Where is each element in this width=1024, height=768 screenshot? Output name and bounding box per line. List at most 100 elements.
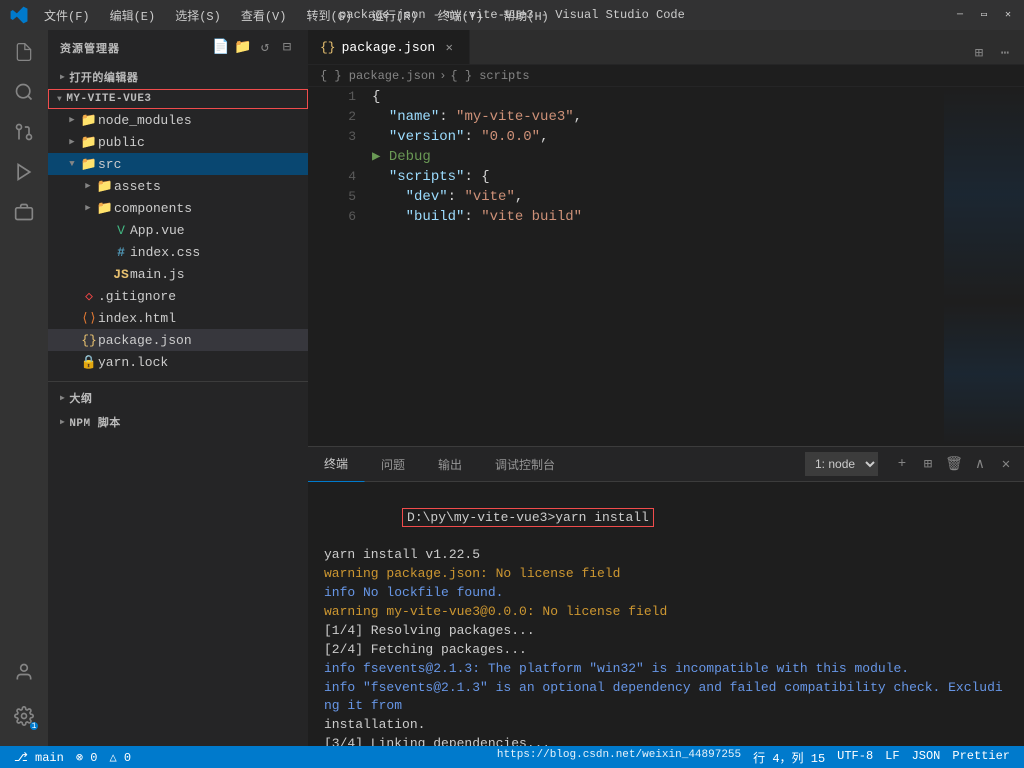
position-label: 行 4，列 15: [753, 749, 825, 766]
code-editor[interactable]: 1 { 2 "name": "my-vite-vue3", 3: [308, 87, 944, 446]
activity-bar: 1: [0, 30, 48, 746]
blog-url: https://blog.csdn.net/weixin_44897255: [497, 749, 741, 761]
line-content: "scripts": {: [372, 167, 928, 187]
minimize-button[interactable]: ─: [954, 9, 966, 21]
status-position[interactable]: 行 4，列 15: [747, 749, 831, 766]
maximize-panel-button[interactable]: ∧: [970, 454, 990, 474]
from-text: from: [371, 698, 402, 713]
new-file-button[interactable]: 📄: [212, 39, 230, 57]
activity-extensions[interactable]: [6, 194, 42, 230]
css-icon: #: [112, 245, 130, 260]
tab-bar: {} package.json ✕ ⊞ ⋯: [308, 30, 1024, 65]
tab-package-json[interactable]: {} package.json ✕: [308, 30, 470, 64]
tree-public[interactable]: ▶ 📁 public: [48, 131, 308, 153]
refresh-button[interactable]: ↺: [256, 39, 274, 57]
breadcrumb: { } package.json › { } scripts: [308, 65, 1024, 87]
outline-chevron: ▶: [60, 393, 65, 403]
activity-settings[interactable]: 1: [6, 698, 42, 734]
kill-terminal-button[interactable]: 🗑: [944, 454, 964, 474]
code-line-5: 5 "dev": "vite",: [308, 187, 944, 207]
more-actions-button[interactable]: ⋯: [994, 42, 1016, 64]
status-branch[interactable]: ⎇ main: [8, 746, 70, 768]
status-formatter[interactable]: Prettier: [946, 749, 1016, 763]
split-terminal-button[interactable]: ⊞: [918, 454, 938, 474]
breadcrumb-scripts[interactable]: { } scripts: [450, 69, 529, 83]
tab-output[interactable]: 输出: [422, 447, 479, 482]
tree-assets[interactable]: ▶ 📁 assets: [48, 175, 308, 197]
tree-item-label: .gitignore: [98, 289, 308, 304]
settings-badge: 1: [30, 722, 38, 730]
activity-explorer[interactable]: [6, 34, 42, 70]
project-header[interactable]: ▼ MY-VITE-VUE3: [48, 89, 308, 109]
menu-selection[interactable]: 选择(S): [167, 5, 229, 26]
status-encoding[interactable]: UTF-8: [831, 749, 879, 763]
menu-view[interactable]: 查看(V): [233, 5, 295, 26]
tree-item-label: node_modules: [98, 113, 308, 128]
code-line-2: 2 "name": "my-vite-vue3",: [308, 107, 944, 127]
main-layout: 1 资源管理器 📄 📁 ↺ ⊟ ▶ 打开的编辑器 ▼: [0, 30, 1024, 746]
line-content: "dev": "vite",: [372, 187, 928, 207]
new-terminal-button[interactable]: +: [892, 454, 912, 474]
tree-yarn-lock[interactable]: 🔒 yarn.lock: [48, 351, 308, 373]
status-errors[interactable]: ⊗ 0: [70, 746, 104, 768]
tree-main-js[interactable]: JS main.js: [48, 263, 308, 285]
new-folder-button[interactable]: 📁: [234, 39, 252, 57]
encoding-label: UTF-8: [837, 749, 873, 763]
close-button[interactable]: ✕: [1002, 9, 1014, 21]
terminal-command-highlight: D:\py\my-vite-vue3>yarn install: [402, 508, 654, 527]
terminal-selector[interactable]: 1: node: [805, 452, 878, 476]
tab-debug-console[interactable]: 调试控制台: [479, 447, 572, 482]
tree-gitignore[interactable]: ◇ .gitignore: [48, 285, 308, 307]
menu-file[interactable]: 文件(F): [36, 5, 98, 26]
tab-problems[interactable]: 问题: [365, 447, 422, 482]
restore-button[interactable]: ▭: [978, 9, 990, 21]
tree-item-label: components: [114, 201, 308, 216]
tree-index-html[interactable]: ⟨⟩ index.html: [48, 307, 308, 329]
terminal-line: yarn install v1.22.5: [324, 546, 1008, 564]
collapse-button[interactable]: ⊟: [278, 39, 296, 57]
tree-item-label: package.json: [98, 333, 308, 348]
code-line-3: 3 "version": "0.0.0",: [308, 127, 944, 147]
tree-index-css[interactable]: # index.css: [48, 241, 308, 263]
terminal-line: warning package.json: No license field: [324, 565, 1008, 583]
tree-app-vue[interactable]: V App.vue: [48, 219, 308, 241]
npm-scripts-section[interactable]: ▶ NPM 脚本: [48, 410, 308, 434]
git-icon: ◇: [80, 289, 98, 304]
terminal-content[interactable]: D:\py\my-vite-vue3>yarn install yarn ins…: [308, 482, 1024, 746]
tab-icon: {}: [320, 40, 336, 55]
tree-package-json[interactable]: {} package.json: [48, 329, 308, 351]
activity-search[interactable]: [6, 74, 42, 110]
activity-account[interactable]: [6, 654, 42, 690]
sidebar-header: 资源管理器 📄 📁 ↺ ⊟: [48, 30, 308, 65]
tab-terminal[interactable]: 终端: [308, 447, 365, 482]
sidebar-title: 资源管理器: [60, 40, 120, 56]
breadcrumb-file[interactable]: { } package.json: [320, 69, 435, 83]
tree-src[interactable]: ▼ 📁 src: [48, 153, 308, 175]
activity-git[interactable]: [6, 114, 42, 150]
status-warnings[interactable]: △ 0: [103, 746, 137, 768]
tab-close-button[interactable]: ✕: [441, 39, 457, 55]
split-editor-button[interactable]: ⊞: [968, 42, 990, 64]
line-number: 3: [324, 127, 356, 147]
tab-label: package.json: [342, 40, 436, 55]
activity-debug[interactable]: [6, 154, 42, 190]
tree-node-modules[interactable]: ▶ 📁 node_modules: [48, 109, 308, 131]
menu-edit[interactable]: 编辑(E): [102, 5, 164, 26]
terminal-line: installation.: [324, 716, 1008, 734]
terminal-line: [1/4] Resolving packages...: [324, 622, 1008, 640]
open-editors-label: 打开的编辑器: [69, 69, 138, 85]
json-icon: {}: [80, 333, 98, 348]
close-panel-button[interactable]: ✕: [996, 454, 1016, 474]
open-editors-section[interactable]: ▶ 打开的编辑器: [48, 65, 308, 89]
line-content: "version": "0.0.0",: [372, 127, 928, 147]
terminal-line: info "fsevents@2.1.3" is an optional dep…: [324, 679, 1008, 715]
outline-section[interactable]: ▶ 大纲: [48, 386, 308, 410]
outline-label: 大纲: [69, 390, 92, 406]
tree-item-label: main.js: [130, 267, 308, 282]
status-language[interactable]: JSON: [906, 749, 947, 763]
file-tree: ▶ 打开的编辑器 ▼ MY-VITE-VUE3 ▶ 📁 node_modules: [48, 65, 308, 746]
status-line-ending[interactable]: LF: [879, 749, 905, 763]
tree-components[interactable]: ▶ 📁 components: [48, 197, 308, 219]
status-blog-link[interactable]: https://blog.csdn.net/weixin_44897255: [491, 749, 747, 761]
window-title: package.json - my-vite-vue3 - Visual Stu…: [339, 8, 685, 22]
